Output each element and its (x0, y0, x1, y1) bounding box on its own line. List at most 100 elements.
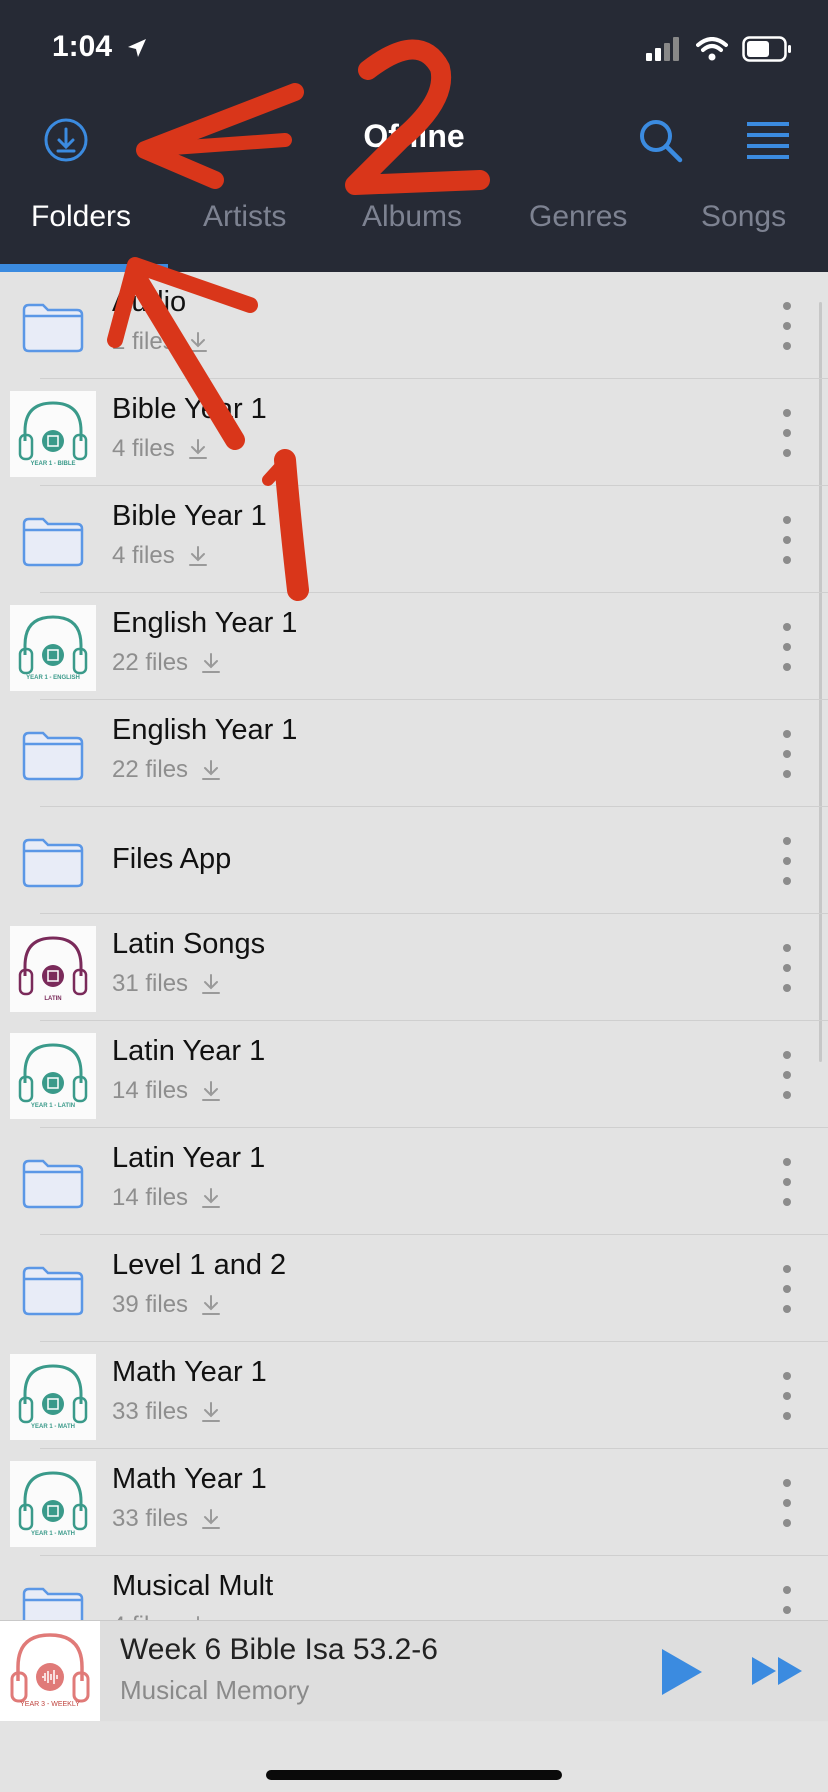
tab-bar: Folders Artists Albums Genres Songs (0, 186, 828, 266)
more-options-icon[interactable] (780, 1372, 794, 1420)
file-count: 22 files (112, 649, 189, 676)
list-item-title: Math Year 1 (112, 1356, 267, 1388)
folder-icon (10, 1140, 96, 1226)
page-title: Offline (363, 118, 465, 154)
list-item-subtitle: 4 files (112, 435, 209, 463)
album-art-icon: LATIN (10, 926, 96, 1012)
album-art-caption: YEAR 1 - LATIN (30, 1103, 76, 1109)
home-area (0, 1722, 828, 1792)
list-item-title: Bible Year 1 (112, 500, 267, 532)
more-options-icon[interactable] (780, 1265, 794, 1313)
tab-songs[interactable]: Songs (701, 200, 786, 234)
more-options-icon[interactable] (780, 1051, 794, 1099)
status-time: 1:04 (52, 30, 148, 64)
search-button[interactable] (632, 112, 688, 168)
album-art-caption: YEAR 1 - MATH (31, 1531, 75, 1537)
downloaded-icon (202, 1295, 221, 1315)
folder-icon (10, 284, 96, 370)
list-item-subtitle: 31 files (112, 970, 222, 998)
mini-player[interactable]: YEAR 3 - WEEKLY Week 6 Bible Isa 53.2-6 … (0, 1620, 828, 1721)
status-icons (646, 36, 792, 62)
status-time-label: 1:04 (52, 30, 113, 63)
folder-icon (10, 1247, 96, 1333)
more-options-icon[interactable] (780, 623, 794, 671)
menu-button[interactable] (740, 112, 796, 168)
hamburger-menu-icon (747, 122, 789, 159)
battery-icon (742, 36, 791, 62)
list-item-title: Latin Year 1 (112, 1142, 266, 1174)
list-item[interactable]: Audio 2 files (0, 272, 828, 379)
more-options-icon[interactable] (780, 1479, 794, 1527)
more-options-icon[interactable] (780, 516, 794, 564)
album-art-caption: YEAR 1 - MATH (31, 1424, 75, 1430)
more-options-icon[interactable] (780, 1586, 794, 1620)
list-item[interactable]: English Year 1 22 files (0, 700, 828, 807)
folder-icon (10, 498, 96, 584)
downloaded-icon (202, 760, 221, 780)
file-count: 14 files (112, 1077, 189, 1104)
list-item[interactable]: YEAR 1 - MATH Math Year 1 33 files (0, 1449, 828, 1556)
list-item[interactable]: YEAR 1 - ENGLISH English Year 1 22 files (0, 593, 828, 700)
cellular-signal-icon (646, 37, 679, 61)
file-count: 14 files (112, 1184, 189, 1211)
more-options-icon[interactable] (780, 1158, 794, 1206)
list-item-title: Files App (112, 843, 232, 875)
list-item-subtitle: 22 files (112, 756, 222, 784)
list-item[interactable]: Level 1 and 2 39 files (0, 1235, 828, 1342)
wifi-icon (696, 37, 728, 61)
list-item[interactable]: Bible Year 1 4 files (0, 486, 828, 593)
fast-forward-icon[interactable] (750, 1651, 804, 1691)
more-options-icon[interactable] (780, 837, 794, 885)
tab-albums[interactable]: Albums (362, 200, 462, 234)
list-item[interactable]: YEAR 1 - MATH Math Year 1 33 files (0, 1342, 828, 1449)
album-art-caption: LATIN (44, 996, 62, 1002)
app-screen: 1:04 Offline Folders Artists Albums Genr… (0, 0, 828, 1792)
list-item[interactable]: Musical Mult 4 files (0, 1556, 828, 1620)
file-count: 31 files (112, 970, 189, 997)
list-item[interactable]: YEAR 1 - LATIN Latin Year 1 14 files (0, 1021, 828, 1128)
downloaded-icon (188, 439, 207, 459)
downloaded-icon (188, 546, 207, 566)
list-item[interactable]: LATIN Latin Songs 31 files (0, 914, 828, 1021)
home-indicator[interactable] (266, 1770, 562, 1780)
album-art-icon: YEAR 1 - MATH (10, 1461, 96, 1547)
more-options-icon[interactable] (780, 409, 794, 457)
album-art-caption: YEAR 1 - BIBLE (30, 461, 76, 467)
now-playing-cover: YEAR 3 - WEEKLY (0, 1621, 100, 1721)
list-item-subtitle: 22 files (112, 649, 222, 677)
more-options-icon[interactable] (780, 730, 794, 778)
album-art-icon: YEAR 1 - MATH (10, 1354, 96, 1440)
folder-icon (10, 819, 96, 905)
folder-icon (10, 712, 96, 798)
list-item-subtitle: 14 files (112, 1184, 222, 1212)
album-art-icon: YEAR 1 - ENGLISH (10, 605, 96, 691)
more-options-icon[interactable] (780, 302, 794, 350)
play-icon[interactable] (656, 1645, 706, 1699)
file-count: 33 files (112, 1398, 189, 1425)
player-track-title: Week 6 Bible Isa 53.2-6 (120, 1633, 438, 1666)
more-options-icon[interactable] (780, 944, 794, 992)
list-item[interactable]: YEAR 1 - BIBLE Bible Year 1 4 files (0, 379, 828, 486)
album-art-icon: YEAR 1 - LATIN (10, 1033, 96, 1119)
list-item[interactable]: Files App (0, 807, 828, 914)
downloaded-icon (202, 974, 221, 994)
location-arrow-icon (128, 39, 147, 58)
file-count: 22 files (112, 756, 189, 783)
tab-folders[interactable]: Folders (31, 200, 131, 234)
list-item-subtitle: 4 files (112, 542, 209, 570)
list-item-title: Latin Year 1 (112, 1035, 266, 1067)
tab-artists[interactable]: Artists (203, 200, 286, 234)
list-item-title: Audio (112, 286, 187, 318)
downloaded-icon (188, 332, 207, 352)
list-item-subtitle: 33 files (112, 1398, 222, 1426)
list-item-subtitle: 2 files (112, 328, 209, 356)
tab-genres[interactable]: Genres (529, 200, 627, 234)
player-artist: Musical Memory (120, 1675, 310, 1705)
list-item-subtitle: 4 files (112, 1612, 209, 1620)
file-count: 33 files (112, 1505, 189, 1532)
file-count: 4 files (112, 542, 175, 569)
list-item[interactable]: Latin Year 1 14 files (0, 1128, 828, 1235)
nav-header: 1:04 Offline Folders Artists Albums Genr… (0, 0, 828, 272)
list-item-title: Level 1 and 2 (112, 1249, 287, 1281)
folder-list[interactable]: Audio 2 files YEAR 1 - BIBLE Bible Year 1 4 … (0, 272, 828, 1620)
